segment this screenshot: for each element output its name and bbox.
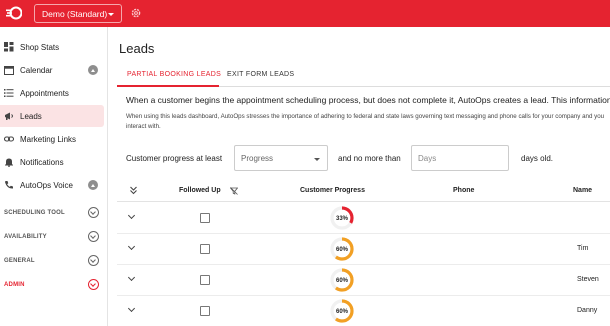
dashboard-icon — [4, 42, 14, 52]
list-icon — [4, 89, 14, 97]
column-header-followed-up[interactable]: Followed Up — [179, 187, 221, 194]
filter-label-min: Customer progress at least — [126, 154, 223, 163]
chevron-down-icon[interactable] — [88, 207, 99, 218]
followed-up-checkbox[interactable] — [200, 306, 210, 316]
table-header: Followed Up Customer Progress Phone Name — [117, 180, 610, 202]
expand-all-icon[interactable] — [129, 186, 138, 195]
followed-up-checkbox[interactable] — [200, 244, 210, 254]
arrow-up-icon[interactable] — [88, 65, 98, 75]
link-icon — [4, 136, 14, 142]
chevron-down-icon[interactable] — [88, 231, 99, 242]
column-header-customer-progress[interactable]: Customer Progress — [300, 187, 365, 194]
name-cell: Tim — [577, 245, 589, 252]
gear-icon[interactable] — [130, 7, 142, 19]
table-row[interactable]: 60% Danny — [117, 296, 610, 326]
shop-select-value: Demo (Standard) — [42, 8, 108, 19]
progress-select[interactable]: Progress — [234, 145, 328, 171]
progress-gauge: 60% — [330, 237, 354, 261]
sidebar-item-leads[interactable]: Leads — [0, 105, 104, 127]
phone-icon — [5, 181, 13, 189]
chevron-down-icon[interactable] — [88, 279, 99, 290]
chevron-down-icon — [108, 13, 114, 16]
column-header-name[interactable]: Name — [573, 187, 592, 194]
sidebar-item-label: Shop Stats — [20, 42, 60, 52]
active-tab-indicator — [117, 85, 219, 87]
progress-percent: 33% — [336, 216, 349, 222]
leads-description: When a customer begins the appointment s… — [126, 95, 610, 105]
sidebar-item-autoops-voice[interactable]: AutoOps Voice — [0, 174, 106, 196]
progress-percent: 60% — [336, 247, 349, 253]
progress-gauge: 60% — [330, 268, 354, 292]
chevron-down-icon[interactable] — [129, 246, 135, 252]
sidebar-item-marketing-links[interactable]: Marketing Links — [0, 128, 106, 150]
bell-icon — [5, 158, 13, 167]
tab-bar: PARTIAL BOOKING LEADS EXIT FORM LEADS — [117, 67, 610, 87]
top-bar: Demo (Standard) — [0, 0, 610, 27]
progress-percent: 60% — [336, 278, 349, 284]
section-label: ADMIN — [4, 282, 25, 288]
sidebar: Shop Stats Calendar Appointments Leads M… — [0, 27, 108, 326]
section-label: AVAILABILITY — [4, 234, 47, 240]
filter-label-max: and no more than — [338, 154, 401, 163]
filter-label-days: days old. — [521, 154, 554, 163]
followed-up-checkbox[interactable] — [200, 275, 210, 285]
main-content: Leads PARTIAL BOOKING LEADS EXIT FORM LE… — [109, 27, 610, 326]
sidebar-item-appointments[interactable]: Appointments — [0, 82, 106, 104]
chevron-down-icon — [314, 158, 320, 161]
sidebar-item-notifications[interactable]: Notifications — [0, 151, 106, 173]
section-general[interactable]: GENERAL — [0, 252, 106, 270]
table-row[interactable]: 33% — [117, 203, 610, 234]
sidebar-item-label: Notifications — [20, 157, 64, 167]
followed-up-checkbox[interactable] — [200, 213, 210, 223]
shop-select[interactable]: Demo (Standard) — [34, 4, 122, 23]
chevron-down-icon[interactable] — [129, 308, 135, 314]
chevron-down-icon[interactable] — [129, 215, 135, 221]
page-title: Leads — [119, 41, 155, 56]
tab-exit-form-leads[interactable]: EXIT FORM LEADS — [227, 71, 294, 78]
section-label: SCHEDULING TOOL — [4, 210, 65, 216]
filter-off-icon[interactable] — [230, 187, 238, 195]
sidebar-item-calendar[interactable]: Calendar — [0, 59, 106, 81]
name-cell: Steven — [577, 276, 599, 283]
table-row[interactable]: 60% Tim — [117, 234, 610, 265]
calendar-icon — [4, 66, 14, 75]
column-header-phone[interactable]: Phone — [453, 187, 474, 194]
sidebar-item-label: Marketing Links — [20, 134, 77, 144]
progress-select-placeholder: Progress — [241, 153, 274, 163]
megaphone-icon — [5, 112, 13, 120]
autoops-logo[interactable] — [6, 6, 22, 20]
sidebar-item-label: Calendar — [20, 65, 53, 75]
days-input-placeholder: Days — [418, 153, 437, 163]
sidebar-item-label: AutoOps Voice — [20, 180, 73, 190]
table-row[interactable]: 60% Steven — [117, 265, 610, 296]
days-input[interactable]: Days — [411, 145, 509, 171]
progress-gauge: 33% — [330, 206, 354, 230]
chevron-down-icon[interactable] — [88, 255, 99, 266]
chevron-down-icon[interactable] — [129, 277, 135, 283]
section-availability[interactable]: AVAILABILITY — [0, 228, 106, 246]
progress-percent: 60% — [336, 309, 349, 315]
tab-partial-booking-leads[interactable]: PARTIAL BOOKING LEADS — [127, 71, 221, 78]
section-admin[interactable]: ADMIN — [0, 276, 106, 294]
legal-disclaimer: When using this leads dashboard, AutoOps… — [126, 113, 605, 130]
name-cell: Danny — [577, 307, 598, 314]
section-label: GENERAL — [4, 258, 35, 264]
sidebar-item-label: Appointments — [20, 88, 69, 98]
sidebar-item-shop-stats[interactable]: Shop Stats — [0, 36, 106, 58]
progress-gauge: 60% — [330, 299, 354, 323]
section-scheduling-tool[interactable]: SCHEDULING TOOL — [0, 204, 106, 222]
arrow-up-icon[interactable] — [88, 180, 98, 190]
sidebar-item-label: Leads — [20, 111, 42, 121]
